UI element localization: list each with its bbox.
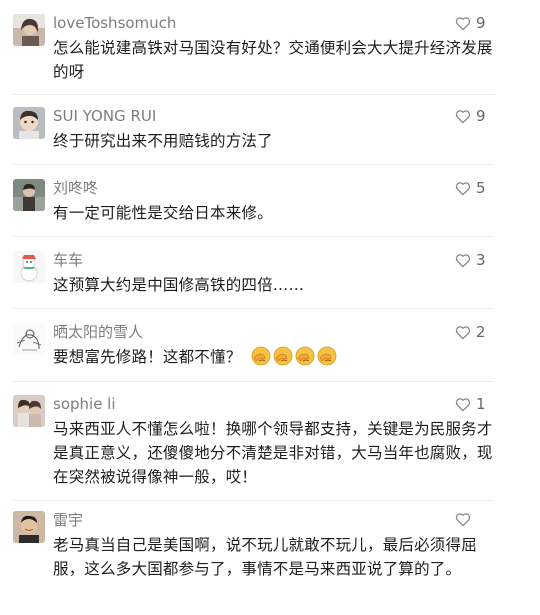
heart-outline-icon[interactable]	[455, 109, 471, 124]
divider	[13, 94, 494, 95]
comment-username[interactable]: 车车	[53, 251, 83, 269]
avatar[interactable]	[13, 511, 45, 543]
comment-text: 终于研究出来不用赔钱的方法了	[53, 132, 273, 150]
like-control[interactable]: 5	[455, 180, 486, 196]
like-count: 9	[476, 14, 486, 32]
comment-text: 要想富先修路！这都不懂？	[53, 348, 242, 366]
like-count: 5	[476, 179, 486, 197]
heart-outline-icon[interactable]	[455, 253, 471, 268]
avatar[interactable]	[13, 323, 45, 355]
comment-username[interactable]: SUI YONG RUI	[53, 107, 156, 125]
facepalm-emoji	[295, 346, 314, 366]
heart-outline-icon[interactable]	[455, 181, 471, 196]
like-count: 1	[476, 395, 486, 413]
heart-outline-icon[interactable]	[455, 325, 471, 340]
comment-username[interactable]: loveToshsomuch	[53, 14, 176, 32]
like-control[interactable]: 9	[455, 15, 486, 31]
facepalm-emoji	[273, 346, 292, 366]
like-count: 2	[476, 323, 486, 341]
comment-text: 马来西亚人不懂怎么啦！换哪个领导都支持，关键是为民服务才是真正意义，还傻傻地分不…	[53, 420, 493, 486]
like-control[interactable]: 9	[455, 108, 486, 124]
like-control[interactable]: 1	[455, 396, 486, 412]
avatar[interactable]	[13, 107, 45, 139]
comment-username[interactable]: sophie li	[53, 395, 116, 413]
comment-text: 有一定可能性是交给日本来修。	[53, 204, 273, 222]
like-count: 3	[476, 251, 486, 269]
comment-text: 老马真当自己是美国啊，说不玩儿就敢不玩儿，最后必须得屈服，这么多大国都参与了，事…	[53, 536, 477, 578]
facepalm-emoji	[317, 346, 336, 366]
divider	[13, 164, 494, 165]
like-control[interactable]: 3	[455, 252, 486, 268]
like-control[interactable]	[455, 512, 486, 527]
heart-outline-icon[interactable]	[455, 397, 471, 412]
comment-list: loveToshsomuch 9 怎么能说建高铁对马国没有好处？交通便利会大大提…	[0, 0, 540, 615]
comment-text: 这预算大约是中国修高铁的四倍……	[53, 276, 305, 294]
divider	[13, 308, 494, 309]
like-control[interactable]: 2	[455, 324, 486, 340]
avatar[interactable]	[13, 14, 45, 46]
emoji-group	[251, 346, 339, 366]
avatar[interactable]	[13, 179, 45, 211]
heart-outline-icon[interactable]	[455, 16, 471, 31]
divider	[13, 381, 494, 382]
heart-outline-icon[interactable]	[455, 512, 471, 527]
comment-username[interactable]: 刘咚咚	[53, 179, 98, 197]
like-count: 9	[476, 107, 486, 125]
avatar[interactable]	[13, 395, 45, 427]
comment-text: 怎么能说建高铁对马国没有好处？交通便利会大大提升经济发展的呀	[53, 39, 493, 81]
facepalm-emoji	[251, 346, 270, 366]
avatar[interactable]	[13, 251, 45, 283]
comment-username[interactable]: 晒太阳的雪人	[53, 323, 143, 341]
comment-username[interactable]: 雷宇	[53, 511, 83, 529]
divider	[13, 236, 494, 237]
divider	[13, 500, 494, 501]
comment-text-line: 要想富先修路！这都不懂？	[53, 345, 493, 369]
